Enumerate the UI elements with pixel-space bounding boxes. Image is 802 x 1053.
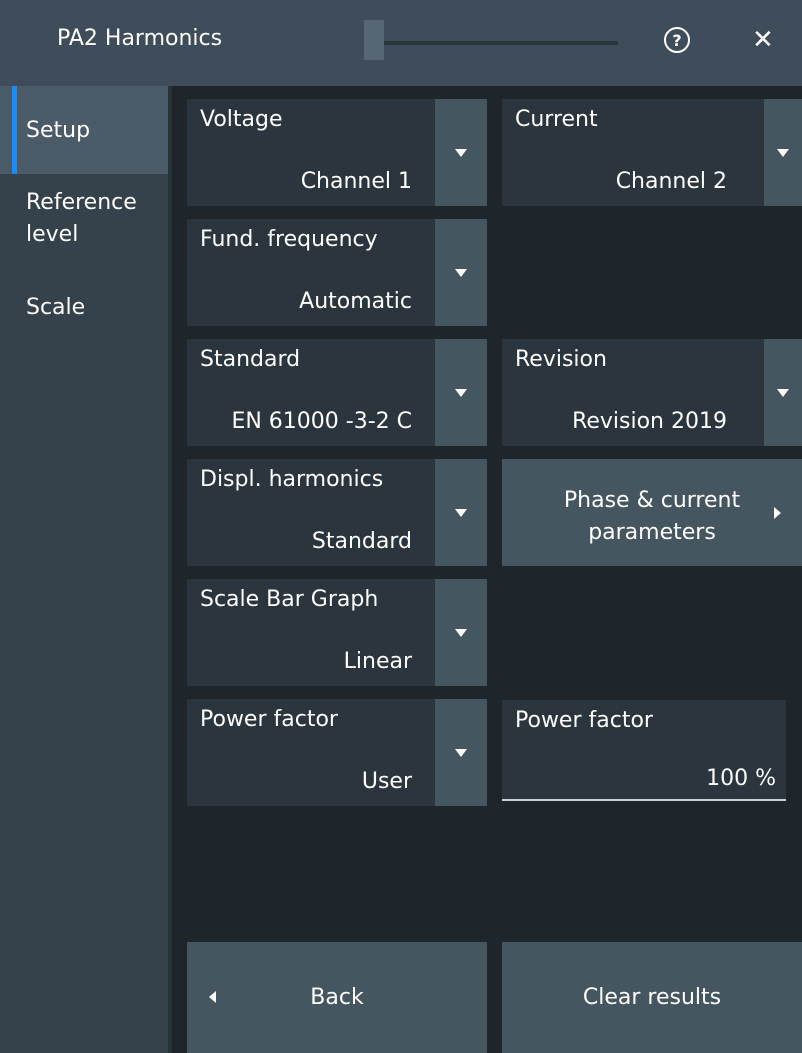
back-button-label: Back xyxy=(310,985,364,1010)
triangle-down-icon xyxy=(455,268,467,277)
triangle-down-icon xyxy=(455,148,467,157)
displ-harmonics-label: Displ. harmonics xyxy=(200,467,384,492)
scale-bar-graph-select[interactable]: Scale Bar Graph Linear xyxy=(187,579,487,686)
current-label: Current xyxy=(515,107,598,132)
title-bar: PA2 Harmonics ? ✕ xyxy=(0,0,802,86)
dropdown-button[interactable] xyxy=(435,99,487,206)
voltage-select[interactable]: Voltage Channel 1 xyxy=(187,99,487,206)
scale-bar-graph-value: Linear xyxy=(343,649,412,674)
sidebar-item-label: Setup xyxy=(26,118,91,143)
fund-frequency-label: Fund. frequency xyxy=(200,227,378,252)
sidebar: Setup Reference level Scale xyxy=(0,86,168,1053)
sidebar-item-label: Reference level xyxy=(26,190,137,247)
voltage-value: Channel 1 xyxy=(300,169,412,194)
triangle-down-icon xyxy=(777,148,789,157)
sidebar-item-scale[interactable]: Scale xyxy=(0,292,168,324)
fund-frequency-value: Automatic xyxy=(299,289,412,314)
fund-frequency-select[interactable]: Fund. frequency Automatic xyxy=(187,219,487,326)
triangle-down-icon xyxy=(777,388,789,397)
power-factor-mode-label: Power factor xyxy=(200,707,338,732)
displ-harmonics-value: Standard xyxy=(311,529,412,554)
sidebar-item-label: Scale xyxy=(26,295,86,320)
standard-label: Standard xyxy=(200,347,301,372)
power-factor-mode-value: User xyxy=(361,769,412,794)
clear-results-button[interactable]: Clear results xyxy=(502,942,802,1053)
sidebar-item-reference-level[interactable]: Reference level xyxy=(0,187,150,251)
power-factor-value: 100 % xyxy=(706,766,776,791)
dropdown-button[interactable] xyxy=(435,459,487,566)
voltage-label: Voltage xyxy=(200,107,283,132)
triangle-right-icon xyxy=(774,507,781,519)
dropdown-button[interactable] xyxy=(435,339,487,446)
current-value: Channel 2 xyxy=(615,169,727,194)
dropdown-button[interactable] xyxy=(435,579,487,686)
back-button[interactable]: Back xyxy=(187,942,487,1053)
standard-value: EN 61000 -3-2 C xyxy=(231,409,412,434)
window-title: PA2 Harmonics xyxy=(57,26,223,51)
triangle-down-icon xyxy=(455,508,467,517)
power-factor-input[interactable]: Power factor 100 % xyxy=(502,700,786,801)
standard-select[interactable]: Standard EN 61000 -3-2 C xyxy=(187,339,487,446)
dropdown-button[interactable] xyxy=(764,339,802,446)
phase-current-parameters-button[interactable]: Phase & current parameters xyxy=(502,459,802,566)
active-tab-indicator xyxy=(12,86,17,174)
revision-value: Revision 2019 xyxy=(572,409,727,434)
revision-label: Revision xyxy=(515,347,607,372)
displ-harmonics-select[interactable]: Displ. harmonics Standard xyxy=(187,459,487,566)
power-factor-label: Power factor xyxy=(515,708,653,733)
revision-select[interactable]: Revision Revision 2019 xyxy=(502,339,802,446)
triangle-down-icon xyxy=(455,748,467,757)
close-icon[interactable]: ✕ xyxy=(752,24,774,56)
triangle-down-icon xyxy=(455,388,467,397)
slider-track[interactable] xyxy=(382,41,618,45)
button-label-line2: parameters xyxy=(588,520,716,545)
sidebar-divider xyxy=(168,86,172,1053)
input-underline xyxy=(502,799,786,801)
power-factor-mode-select[interactable]: Power factor User xyxy=(187,699,487,806)
scale-bar-graph-label: Scale Bar Graph xyxy=(200,587,379,612)
dropdown-button[interactable] xyxy=(435,219,487,326)
slider-thumb[interactable] xyxy=(364,20,384,60)
clear-results-label: Clear results xyxy=(582,985,722,1010)
question-circle-icon[interactable]: ? xyxy=(664,27,690,53)
dropdown-button[interactable] xyxy=(435,699,487,806)
sidebar-item-setup[interactable]: Setup xyxy=(0,86,168,174)
button-label-line1: Phase & current xyxy=(563,488,741,513)
dropdown-button[interactable] xyxy=(764,99,802,206)
current-select[interactable]: Current Channel 2 xyxy=(502,99,802,206)
triangle-down-icon xyxy=(455,628,467,637)
